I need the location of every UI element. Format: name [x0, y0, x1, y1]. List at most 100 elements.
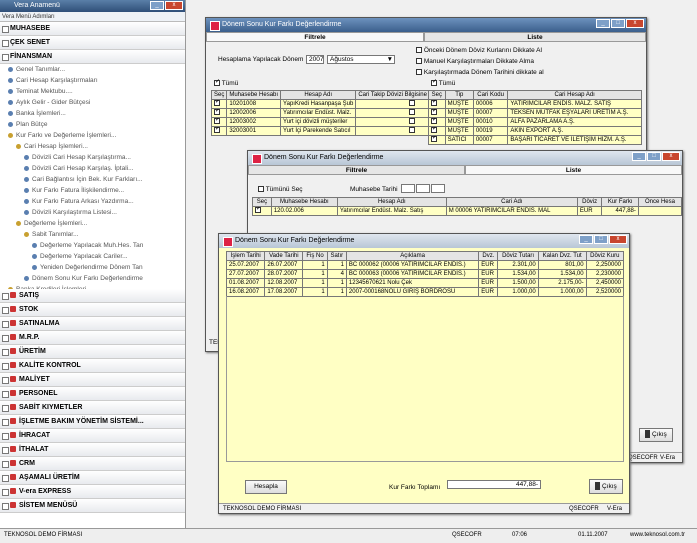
select-cell[interactable]	[210, 117, 228, 127]
maximize-button[interactable]: □	[647, 152, 661, 161]
select-cell[interactable]	[210, 108, 228, 118]
checkbox[interactable]	[431, 118, 437, 125]
nav-section[interactable]: MUHASEBE	[0, 22, 185, 36]
column-header[interactable]: Satır	[326, 251, 347, 261]
select-cell[interactable]	[428, 135, 446, 145]
nav-section[interactable]: ÜRETİM	[0, 345, 185, 359]
tree-item[interactable]: Cari Hesap İşlemleri...	[0, 141, 185, 152]
nav-section[interactable]: SABİT KIYMETLER	[0, 401, 185, 415]
column-header[interactable]: Tip	[444, 90, 474, 100]
tree-item[interactable]: Yeniden Değerlendirme Dönem Tan	[0, 262, 185, 273]
checkbox[interactable]	[431, 100, 437, 107]
checkbox[interactable]	[408, 118, 415, 125]
date-year[interactable]	[431, 184, 445, 193]
column-header[interactable]: Seç	[428, 90, 446, 100]
close-button[interactable]: x	[626, 19, 644, 28]
option-prev-rates[interactable]: Önceki Dönem Döviz Kurlarını Dikkate Al	[416, 47, 542, 54]
tree-item[interactable]: Dönem Sonu Kur Farkı Değerlendirme	[0, 273, 185, 284]
table-row[interactable]: 01.08.2007 12.08.2007 1 1 12345670621 Nolu Ç…	[225, 278, 625, 288]
option-period-date[interactable]: Karşılaştırmada Dönem Tarihini dikkate a…	[416, 69, 544, 76]
table-row[interactable]: MÜŞTE00007TEKSEN MUTFAK EŞYALARI ÜRETİM …	[428, 108, 642, 118]
tree-item[interactable]: Plan Bütçe	[0, 119, 185, 130]
table-row[interactable]: MÜŞTE00019AKIN EXPORT A.Ş.	[428, 126, 642, 136]
table-row[interactable]: SATICI00007BAŞARI TİCARET VE İLETİŞİM Hİ…	[428, 135, 642, 145]
checkbox[interactable]	[408, 127, 415, 134]
tree-item[interactable]: Teminat Mektubu....	[0, 86, 185, 97]
checkbox[interactable]	[214, 109, 220, 116]
checkbox[interactable]	[214, 118, 220, 125]
column-header[interactable]: Muhasebe Hesabı	[226, 90, 282, 100]
tree-item[interactable]: Kur Farkı ve Değerleme İşlemleri...	[0, 130, 185, 141]
table-row[interactable]: MÜŞTE00006YATIRIMCILAR ENDİS. MALZ. SATI…	[428, 99, 642, 109]
tree-item[interactable]: Dövizli Karşılaştırma Listesi...	[0, 207, 185, 218]
nav-section[interactable]: SİSTEM MENÜSÜ	[0, 499, 185, 513]
exit-button[interactable]: Çıkış	[589, 479, 623, 494]
column-header[interactable]: Cari Kodu	[472, 90, 509, 100]
select-cell[interactable]	[428, 108, 446, 118]
column-header[interactable]: Dvz.	[478, 251, 499, 261]
select-cell[interactable]	[210, 126, 228, 136]
nav-section[interactable]: MALİYET	[0, 373, 185, 387]
option-manual[interactable]: Manuel Karşılaştırmaları Dikkate Alma	[416, 58, 534, 65]
close-button[interactable]: x	[662, 152, 680, 161]
date-month[interactable]	[416, 184, 430, 193]
tree-item[interactable]: Değerleme İşlemleri...	[0, 218, 185, 229]
column-header[interactable]: Vade Tarihi	[264, 251, 304, 261]
column-header[interactable]: Açıklama	[345, 251, 480, 261]
tree-item[interactable]: Banka İşlemleri...	[0, 108, 185, 119]
nav-section[interactable]: KALİTE KONTROL	[0, 359, 185, 373]
tree-item[interactable]: Değerleme Yapılacak Muh.Hes. Tan	[0, 240, 185, 251]
select-cell[interactable]	[428, 126, 446, 136]
checkbox[interactable]	[408, 109, 415, 116]
tree-item[interactable]: Kur Farkı Fatura İlişkilendirme...	[0, 185, 185, 196]
close-button[interactable]: x	[609, 235, 627, 244]
column-header[interactable]: Hesap Adı	[336, 197, 447, 207]
tree-item[interactable]: Dövizli Cari Hesap Karşılaş. İptali...	[0, 163, 185, 174]
nav-section[interactable]: CRM	[0, 457, 185, 471]
table-row[interactable]: 27.07.2007 28.07.2007 1 4 BC 000063 (00006 Y…	[225, 269, 625, 279]
nav-section[interactable]: AŞAMALI ÜRETİM	[0, 471, 185, 485]
table-row[interactable]: 25.07.2007 26.07.2007 1 1 BC 000062 (00006 Y…	[225, 260, 625, 270]
column-header[interactable]: İşlem Tarihi	[225, 251, 266, 261]
select-all-checkbox[interactable]: Tümünü Seç	[258, 186, 303, 193]
column-header[interactable]: Kalan Dvz. Tut	[537, 251, 587, 261]
column-header[interactable]: Fiş No	[302, 251, 328, 261]
checkbox[interactable]	[431, 127, 437, 134]
checkbox[interactable]	[255, 207, 261, 214]
tab-list[interactable]: Liste	[465, 165, 682, 174]
calculate-button[interactable]: Hesapla	[245, 480, 287, 494]
column-header[interactable]: Cari Adı	[445, 197, 578, 207]
tree-item[interactable]: Genel Tanımlar...	[0, 64, 185, 75]
tree-item[interactable]: Sabit Tanımlar...	[0, 229, 185, 240]
year-field[interactable]: 2007	[306, 55, 324, 64]
select-cell[interactable]	[210, 99, 228, 109]
tree-item[interactable]: Kur Farkı Fatura Arkası Yazdırma...	[0, 196, 185, 207]
tree-item[interactable]: Dövizli Cari Hesap Karşılaştırma...	[0, 152, 185, 163]
tab-list[interactable]: Liste	[424, 32, 646, 41]
minimize-button[interactable]: _	[579, 235, 593, 244]
minimize-button[interactable]: _	[596, 19, 610, 28]
select-cell[interactable]	[252, 206, 272, 216]
table-row[interactable]: MÜŞTE00010ALFA PAZARLAMA A.Ş.	[428, 117, 642, 127]
checkbox[interactable]	[431, 109, 437, 116]
maximize-button[interactable]: □	[611, 19, 625, 28]
column-header[interactable]: Kur Farkı	[601, 197, 639, 207]
select-cell[interactable]	[428, 99, 446, 109]
nav-section[interactable]: SATINALMA	[0, 317, 185, 331]
nav-section[interactable]: SATIŞ	[0, 289, 185, 303]
select-all-right[interactable]: Tümü	[431, 78, 455, 87]
nav-section[interactable]: İŞLETME BAKIM YÖNETİM SİSTEMİ...	[0, 415, 185, 429]
column-header[interactable]: Seç	[210, 90, 228, 100]
column-header[interactable]: Muhasebe Hesabı	[270, 197, 338, 207]
nav-section[interactable]: İTHALAT	[0, 443, 185, 457]
nav-section[interactable]: FİNANSMAN	[0, 50, 185, 64]
nav-section[interactable]: V-era EXPRESS	[0, 485, 185, 499]
checkbox[interactable]	[408, 100, 415, 107]
checkbox[interactable]	[431, 136, 437, 143]
select-cell[interactable]	[428, 117, 446, 127]
nav-section[interactable]: STOK	[0, 303, 185, 317]
tab-filter[interactable]: Filtrele	[248, 165, 465, 174]
minimize-button[interactable]: _	[632, 152, 646, 161]
exit-button[interactable]: Çıkış	[639, 428, 673, 442]
tree-item[interactable]: Değerleme Yapılacak Cariler...	[0, 251, 185, 262]
